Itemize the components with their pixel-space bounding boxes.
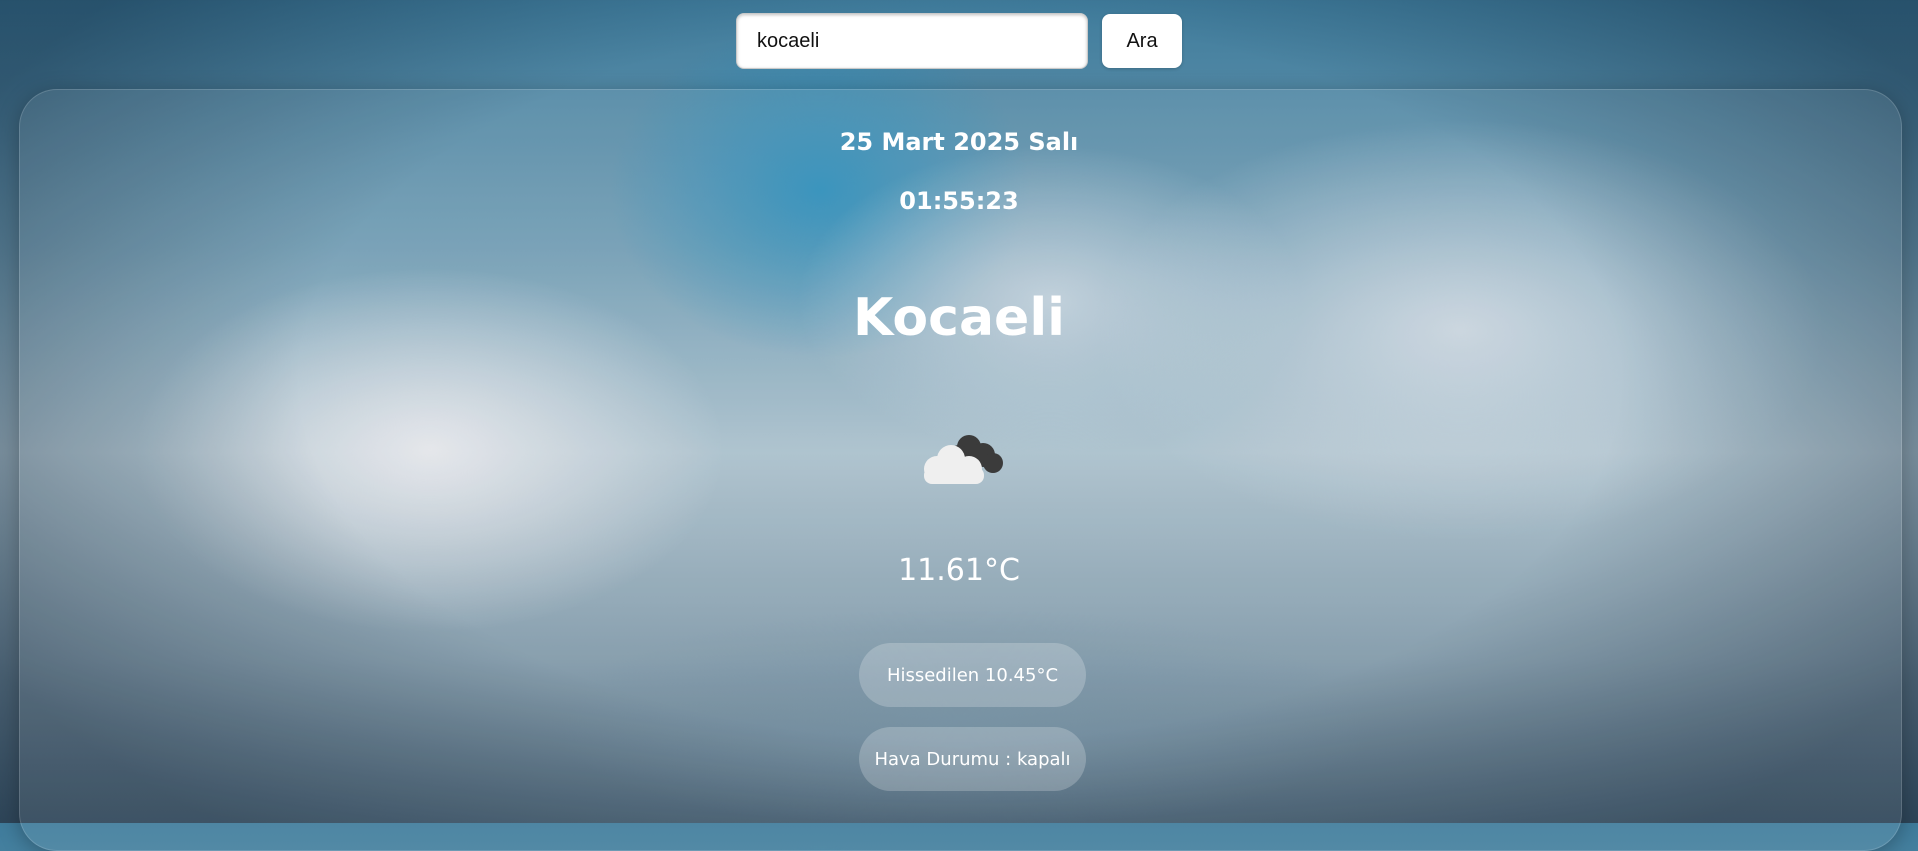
feels-like-label: Hissedilen 10.45°C xyxy=(886,664,1059,686)
cloud-icon xyxy=(924,435,1003,484)
time-label: 01:55:23 xyxy=(899,187,1019,215)
date-label: 25 Mart 2025 Salı xyxy=(839,128,1079,156)
city-name: Kocaeli xyxy=(853,288,1065,348)
search-bar: Ara xyxy=(736,13,1182,69)
weather-description-label: Hava Durumu : kapalı xyxy=(874,748,1071,770)
feels-like-badge: Hissedilen 10.45°C xyxy=(859,643,1086,707)
search-button[interactable]: Ara xyxy=(1102,14,1182,68)
weather-description-badge: Hava Durumu : kapalı xyxy=(859,727,1086,791)
search-input[interactable] xyxy=(736,13,1088,69)
temperature-value: 11.61°C xyxy=(898,553,1020,588)
